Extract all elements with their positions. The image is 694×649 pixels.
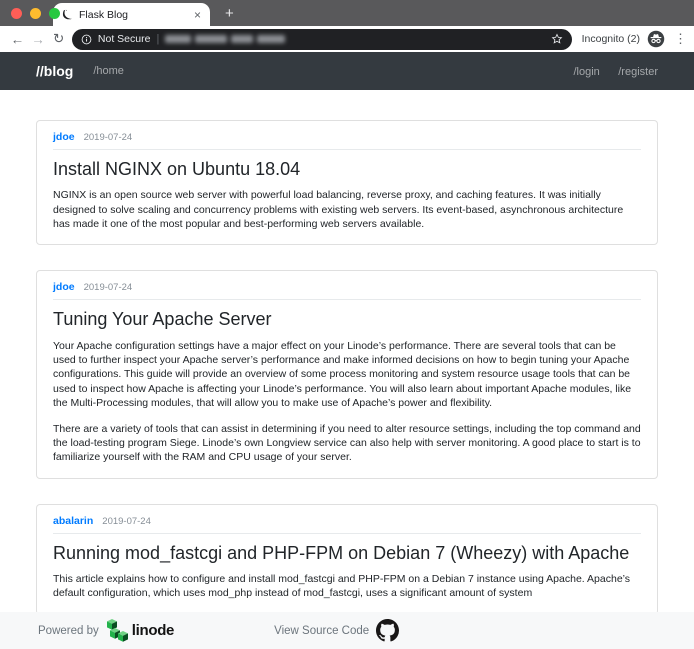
nav-home-link[interactable]: /home	[93, 65, 124, 77]
browser-menu-icon[interactable]: ⋮	[674, 31, 687, 47]
close-window-button[interactable]	[11, 8, 22, 19]
post-title-link[interactable]: Install NGINX on Ubuntu 18.04	[53, 157, 641, 181]
brand-link[interactable]: //blog	[36, 63, 73, 79]
post-card: abalarin 2019-07-24 Running mod_fastcgi …	[36, 504, 658, 615]
address-bar[interactable]: Not Secure |	[72, 29, 572, 50]
tab-strip: Flask Blog × +	[0, 0, 694, 26]
page-content: jdoe 2019-07-24 Install NGINX on Ubuntu …	[0, 90, 694, 649]
post-card: jdoe 2019-07-24 Install NGINX on Ubuntu …	[36, 120, 658, 245]
post-author-link[interactable]: abalarin	[53, 515, 93, 527]
post-date: 2019-07-24	[84, 282, 133, 293]
post-body: This article explains how to configure a…	[53, 572, 641, 601]
view-source-link[interactable]: View Source Code	[274, 625, 369, 637]
post-author-link[interactable]: jdoe	[53, 281, 75, 293]
post-body: NGINX is an open source web server with …	[53, 188, 641, 231]
bookmark-star-icon[interactable]	[551, 33, 563, 45]
new-tab-button[interactable]: +	[225, 6, 234, 21]
linode-logo-link[interactable]: linode	[107, 619, 174, 643]
tab-title: Flask Blog	[79, 9, 188, 21]
forward-icon[interactable]: →	[28, 32, 49, 47]
browser-tab[interactable]: Flask Blog ×	[53, 3, 210, 26]
post-date: 2019-07-24	[102, 516, 151, 527]
linode-wordmark: linode	[132, 622, 174, 639]
redacted-url	[165, 35, 544, 43]
nav-login-link[interactable]: /login	[574, 66, 600, 78]
window-controls	[11, 8, 60, 19]
info-icon[interactable]	[81, 34, 92, 45]
post-paragraph: Your Apache configuration settings have …	[53, 339, 641, 411]
incognito-label: Incognito (2)	[582, 33, 640, 45]
post-metadata: jdoe 2019-07-24	[53, 281, 641, 300]
zoom-window-button[interactable]	[49, 8, 60, 19]
post-metadata: jdoe 2019-07-24	[53, 131, 641, 150]
site-navbar: //blog /home /login /register	[0, 52, 694, 90]
github-icon[interactable]	[376, 619, 399, 642]
post-author-link[interactable]: jdoe	[53, 131, 75, 143]
post-paragraph: NGINX is an open source web server with …	[53, 188, 641, 231]
tab-close-icon[interactable]: ×	[194, 9, 201, 21]
post-title-link[interactable]: Running mod_fastcgi and PHP-FPM on Debia…	[53, 541, 641, 565]
posts-list: jdoe 2019-07-24 Install NGINX on Ubuntu …	[36, 120, 658, 615]
back-icon[interactable]: ←	[7, 32, 28, 47]
navbar-right: /login /register	[560, 62, 659, 80]
browser-window: Flask Blog × + ← → ↻ Not Secure | Incogn…	[0, 0, 694, 649]
security-status: Not Secure	[98, 33, 151, 45]
minimize-window-button[interactable]	[30, 8, 41, 19]
incognito-icon[interactable]	[647, 30, 665, 48]
post-metadata: abalarin 2019-07-24	[53, 515, 641, 534]
url-separator: |	[156, 33, 159, 45]
post-card: jdoe 2019-07-24 Tuning Your Apache Serve…	[36, 270, 658, 478]
nav-register-link[interactable]: /register	[618, 66, 658, 78]
reload-icon[interactable]: ↻	[48, 31, 69, 47]
linode-cubes-icon	[107, 619, 128, 643]
post-paragraph: There are a variety of tools that can as…	[53, 422, 641, 465]
page-footer: Powered by linode View Source Code	[0, 612, 694, 649]
flask-favicon	[62, 9, 73, 20]
post-paragraph: This article explains how to configure a…	[53, 572, 641, 601]
post-date: 2019-07-24	[84, 132, 133, 143]
browser-toolbar: ← → ↻ Not Secure | Incognito (2)	[0, 26, 694, 52]
post-title-link[interactable]: Tuning Your Apache Server	[53, 307, 641, 331]
powered-by-label: Powered by	[38, 625, 99, 637]
post-body: Your Apache configuration settings have …	[53, 339, 641, 465]
